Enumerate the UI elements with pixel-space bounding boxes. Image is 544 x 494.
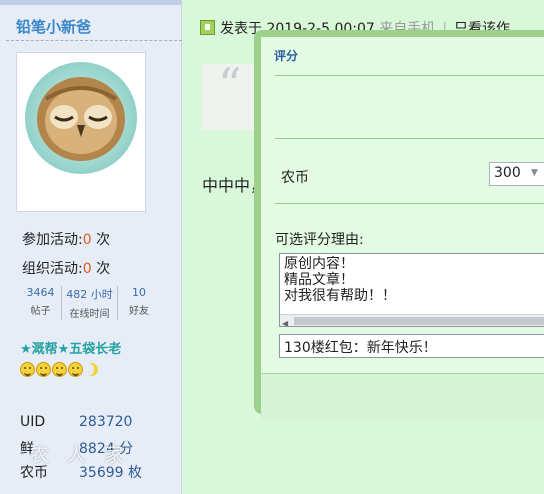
reason-listbox[interactable]: 原创内容！ 精品文章！ 对我很有帮助！！ ◀: [279, 253, 544, 327]
smiley-icon: [52, 362, 67, 377]
coin-amount-select[interactable]: 300 ▼: [489, 162, 544, 186]
dialog-footer: [261, 373, 544, 421]
divider: [275, 203, 544, 204]
stat-online-time[interactable]: 482 小时 在线时间: [62, 286, 118, 320]
reason-input[interactable]: 130楼红包：新年快乐！: [279, 334, 544, 358]
smiley-icon: [68, 362, 83, 377]
rank-icons: [20, 362, 99, 377]
user-group-title[interactable]: ★溉帮★五袋长老: [20, 338, 121, 357]
coin-label: 农币: [281, 170, 309, 186]
moon-icon: [84, 362, 99, 377]
divider: [275, 75, 544, 76]
divider: [275, 138, 544, 139]
stat-posts[interactable]: 3464 帖子: [20, 286, 62, 320]
scroll-left-icon[interactable]: ◀: [282, 316, 288, 326]
smiley-icon: [36, 362, 51, 377]
sidebar-top-strip: [0, 0, 181, 5]
activity-organized: 组织活动:0 次: [22, 261, 111, 277]
detail-uid: UID 283720: [20, 414, 133, 430]
quote-icon: “: [218, 58, 242, 112]
activity-joined: 参加活动:0 次: [22, 232, 111, 248]
avatar[interactable]: [16, 52, 146, 212]
user-stats: 3464 帖子 482 小时 在线时间 10 好友: [20, 286, 160, 320]
scrollbar-thumb[interactable]: [294, 317, 544, 325]
reason-label: 可选评分理由:: [275, 232, 364, 248]
reason-option[interactable]: 对我很有帮助！！: [284, 288, 544, 304]
reason-option[interactable]: 原创内容！: [284, 256, 544, 272]
rating-dialog: 评分 农币 300 ▼ 可选评分理由: 原创内容！ 精品文章！ 对我很有帮助！！…: [254, 30, 544, 421]
owl-avatar-image: [22, 59, 140, 177]
smiley-icon: [20, 362, 35, 377]
post-icon: [200, 20, 215, 35]
profile-sidebar: 铅笔小新爸 参加活动:0 次 组织活动:0 次 3464 帖子 482 小时 在…: [0, 0, 182, 494]
chevron-down-icon[interactable]: ▼: [531, 168, 538, 178]
username-link[interactable]: 铅笔小新爸: [16, 16, 91, 37]
reason-option[interactable]: 精品文章！: [284, 272, 544, 288]
horizontal-scrollbar[interactable]: ◀: [280, 314, 544, 326]
watermark: 农 人 家: [30, 444, 130, 466]
divider: [6, 40, 182, 41]
dialog-title: 评分: [274, 49, 299, 63]
stat-friends[interactable]: 10 好友: [118, 286, 160, 320]
